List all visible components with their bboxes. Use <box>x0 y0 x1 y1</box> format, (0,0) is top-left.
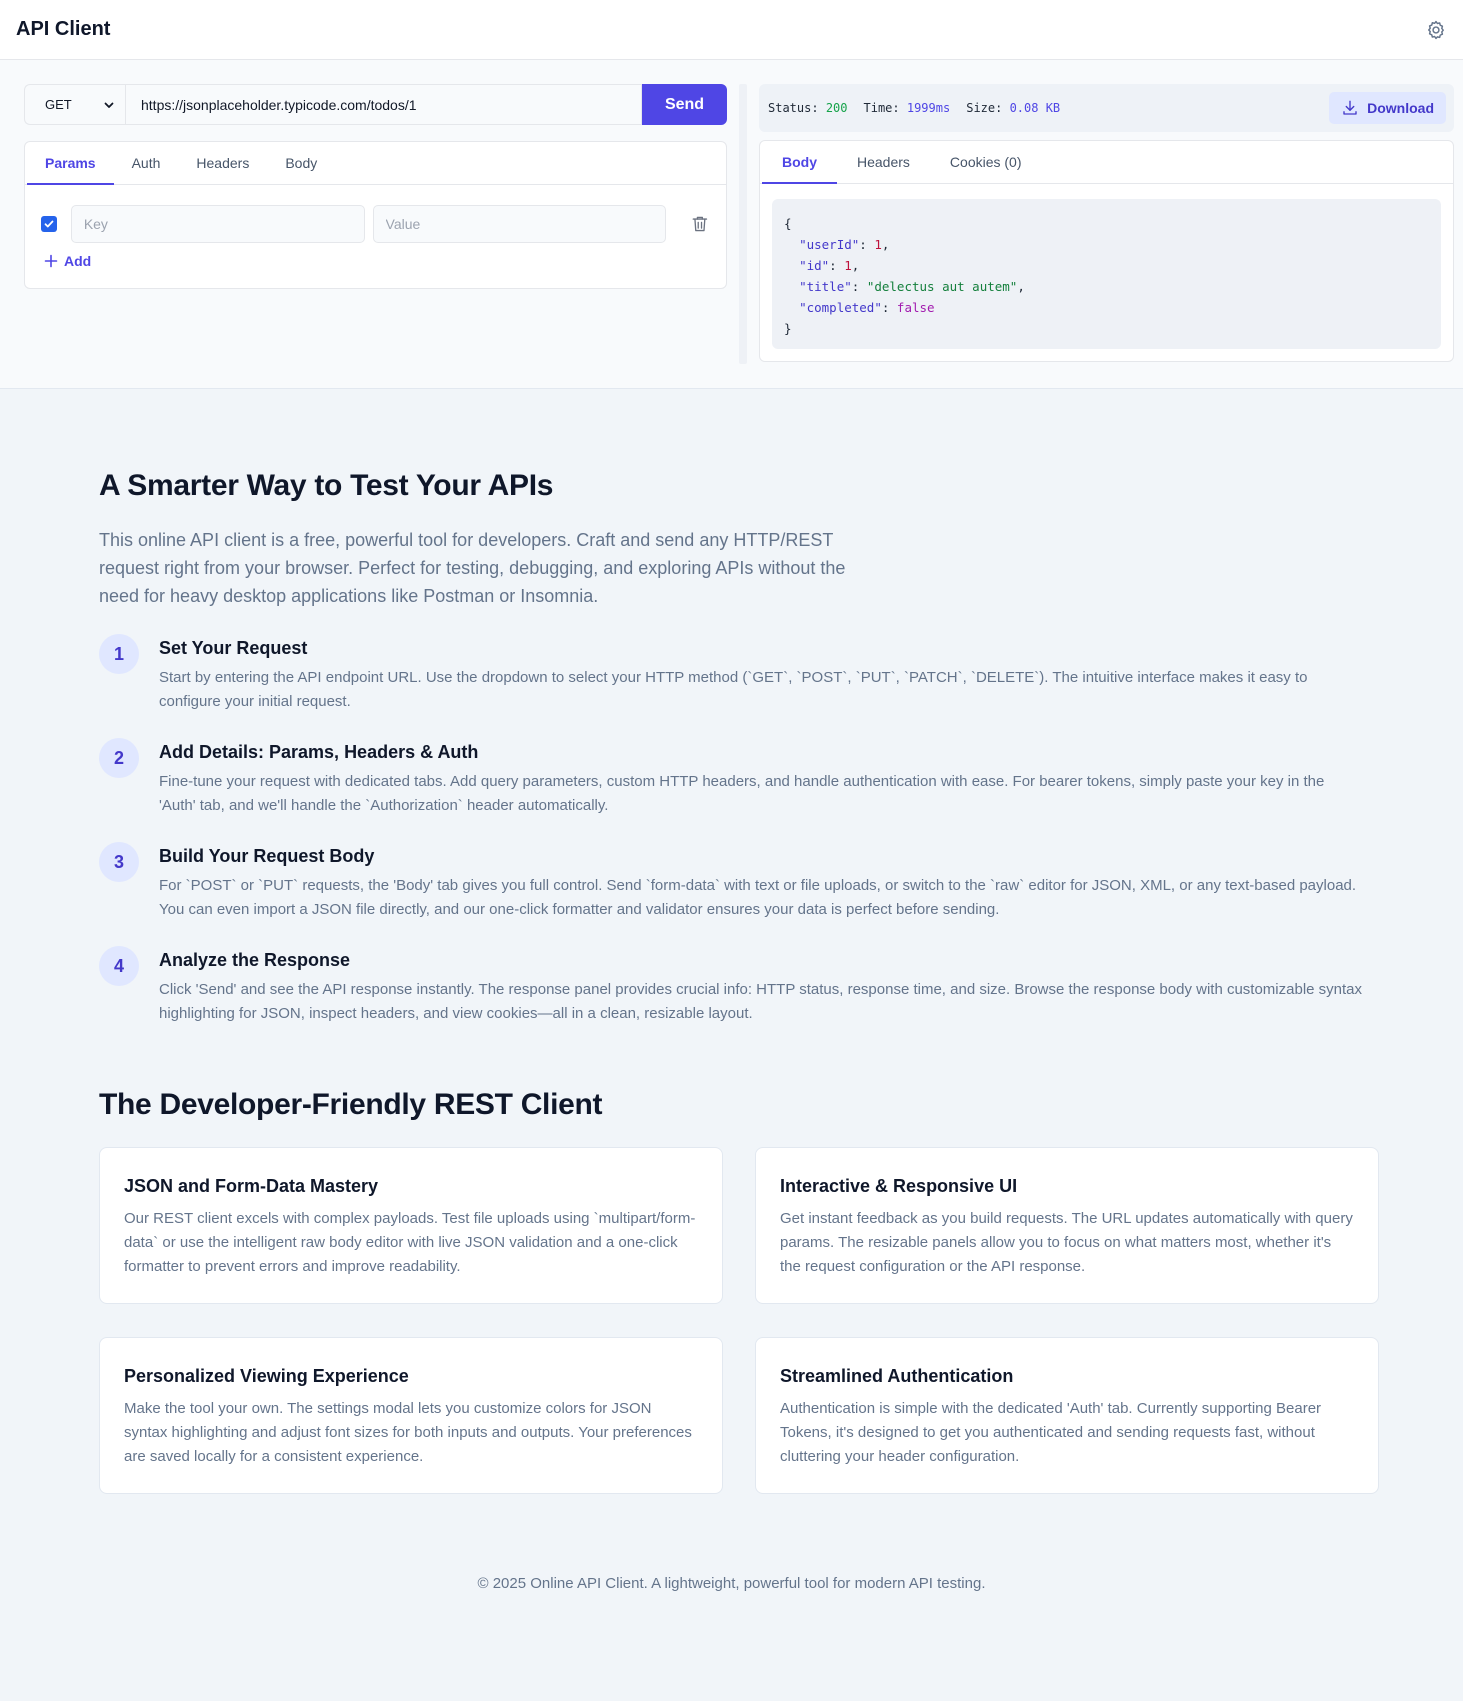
json-key: "id" <box>799 258 830 273</box>
check-icon <box>44 220 54 228</box>
tab-response-headers[interactable]: Headers <box>837 141 930 184</box>
app-title: API Client <box>16 18 111 40</box>
json-brace: } <box>784 321 792 336</box>
tab-auth[interactable]: Auth <box>114 142 179 185</box>
method-select[interactable]: GET <box>24 84 125 125</box>
step-item: 1 Set Your Request Start by entering the … <box>99 634 1364 714</box>
json-value: 1 <box>844 258 852 273</box>
api-workspace: GET Send Params Auth Headers Body <box>0 60 1463 389</box>
json-key: "userId" <box>799 237 860 252</box>
download-icon <box>1343 100 1357 115</box>
size-value: 0.08 KB <box>1009 101 1061 115</box>
json-value: "delectus aut autem" <box>866 279 1018 294</box>
tab-headers[interactable]: Headers <box>178 142 267 185</box>
tab-params[interactable]: Params <box>27 142 114 185</box>
add-param-label: Add <box>64 253 92 269</box>
chevron-down-icon <box>104 102 114 108</box>
param-row <box>41 205 710 243</box>
feature-card: Streamlined Authentication Authenticatio… <box>755 1337 1379 1494</box>
steps-list: 1 Set Your Request Start by entering the … <box>99 634 1364 1026</box>
add-param-button[interactable]: Add <box>43 253 91 269</box>
response-pane: Status: 200 Time: 1999ms Size: 0.08 KB Dow… <box>759 84 1454 388</box>
intro-text: This online API client is a free, powerf… <box>99 530 846 606</box>
feature-title: Personalized Viewing Experience <box>124 1366 409 1386</box>
download-button[interactable]: Download <box>1329 92 1446 124</box>
json-value: 1 <box>874 237 882 252</box>
step-title: Build Your Request Body <box>159 846 375 866</box>
feature-title: Streamlined Authentication <box>780 1366 1014 1386</box>
features-grid: JSON and Form-Data Mastery Our REST clie… <box>99 1147 1379 1494</box>
response-panel: Body Headers Cookies (0) { "userId": 1, … <box>759 140 1454 362</box>
step-item: 4 Analyze the Response Click 'Send' and s… <box>99 946 1364 1026</box>
feature-description: Get instant feedback as you build reques… <box>780 1210 1353 1275</box>
intro-heading: A Smarter Way to Test Your APIs <box>99 469 554 502</box>
step-number: 1 <box>99 634 139 674</box>
json-key: "completed" <box>799 300 882 315</box>
size-label: Size: <box>966 101 1003 115</box>
send-button[interactable]: Send <box>642 84 727 125</box>
param-enabled-checkbox[interactable] <box>41 216 57 232</box>
json-value: false <box>896 300 935 315</box>
status-label: Status: <box>768 101 819 115</box>
url-input[interactable] <box>125 84 642 125</box>
response-metrics: Status: 200 Time: 1999ms Size: 0.08 KB <box>768 101 1076 115</box>
params-editor: Add <box>25 185 726 288</box>
json-key: "title" <box>799 279 852 294</box>
request-panel: Params Auth Headers Body Key Value Add <box>24 141 727 289</box>
step-item: 3 Build Your Request Body For `POST` or `… <box>99 842 1364 922</box>
response-body-viewer: { "userId": 1, "id": 1, "title": "delect… <box>772 199 1441 349</box>
features-heading: The Developer-Friendly REST Client <box>99 1088 603 1121</box>
tab-response-body[interactable]: Body <box>762 141 837 184</box>
step-description: Start by entering the API endpoint URL. … <box>159 669 1308 710</box>
param-key-input[interactable] <box>70 205 365 243</box>
tab-response-cookies[interactable]: Cookies (0) <box>930 141 1042 184</box>
footer-text: © 2025 Online API Client. A lightweight,… <box>477 1575 986 1592</box>
step-number: 4 <box>99 946 139 986</box>
step-title: Set Your Request <box>159 638 308 658</box>
status-value: 200 <box>825 101 848 115</box>
request-tabs: Params Auth Headers Body <box>25 142 726 185</box>
method-value: GET <box>45 97 72 112</box>
info-content: A Smarter Way to Test Your APIs This onl… <box>0 389 1463 1592</box>
step-item: 2 Add Details: Params, Headers & Auth Fin… <box>99 738 1364 818</box>
step-description: Click 'Send' and see the API response in… <box>159 981 1363 1022</box>
tab-body[interactable]: Body <box>267 142 335 185</box>
feature-card: JSON and Form-Data Mastery Our REST clie… <box>99 1147 723 1304</box>
step-number: 2 <box>99 738 139 778</box>
step-description: Fine-tune your request with dedicated ta… <box>159 773 1325 814</box>
request-bar: GET Send <box>24 84 727 125</box>
feature-card: Interactive & Responsive UI Get instant … <box>755 1147 1379 1304</box>
step-description: For `POST` or `PUT` requests, the 'Body'… <box>159 877 1357 918</box>
response-status-bar: Status: 200 Time: 1999ms Size: 0.08 KB Dow… <box>759 84 1454 132</box>
step-title: Analyze the Response <box>159 950 351 970</box>
response-tabs: Body Headers Cookies (0) <box>760 141 1453 184</box>
gear-icon[interactable] <box>1425 19 1447 41</box>
trash-icon[interactable] <box>690 214 710 234</box>
feature-card: Personalized Viewing Experience Make the… <box>99 1337 723 1494</box>
top-bar: API Client <box>0 0 1463 60</box>
time-label: Time: <box>863 101 900 115</box>
resize-handle[interactable] <box>739 84 747 364</box>
feature-title: Interactive & Responsive UI <box>780 1176 1018 1196</box>
feature-description: Our REST client excels with complex payl… <box>124 1210 696 1275</box>
request-pane: GET Send Params Auth Headers Body <box>24 84 727 388</box>
feature-title: JSON and Form-Data Mastery <box>124 1176 379 1196</box>
step-number: 3 <box>99 842 139 882</box>
json-brace: { <box>784 216 792 231</box>
time-value: 1999ms <box>906 101 951 115</box>
param-value-input[interactable] <box>372 205 667 243</box>
download-label: Download <box>1367 100 1434 116</box>
feature-description: Make the tool your own. The settings mod… <box>124 1400 692 1465</box>
feature-description: Authentication is simple with the dedica… <box>780 1400 1322 1465</box>
plus-icon <box>44 254 58 268</box>
step-title: Add Details: Params, Headers & Auth <box>159 742 479 762</box>
